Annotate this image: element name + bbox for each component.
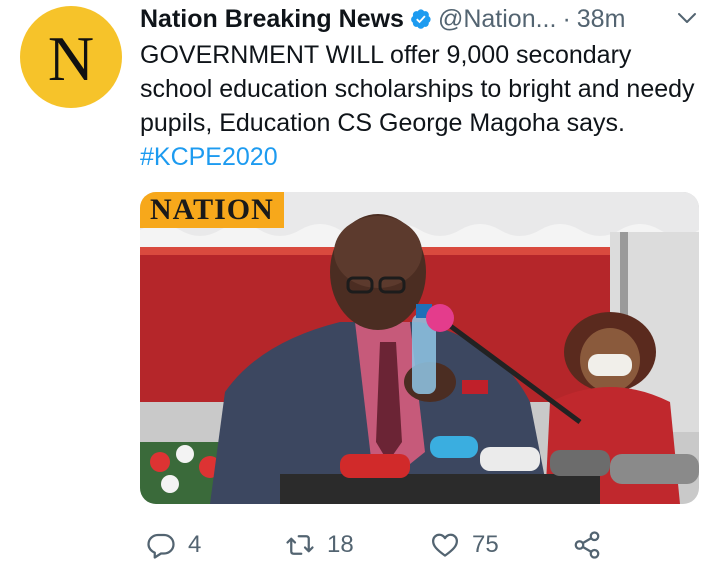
- retweet-button[interactable]: 18: [285, 528, 354, 562]
- speaker-photo: [140, 192, 699, 504]
- author-name[interactable]: Nation Breaking News: [140, 5, 404, 34]
- reply-button[interactable]: 4: [146, 528, 201, 562]
- tweet-body: GOVERNMENT WILL offer 9,000 secondary sc…: [140, 41, 695, 137]
- share-button[interactable]: [572, 528, 602, 562]
- retweet-icon: [286, 535, 314, 555]
- tweet-text: GOVERNMENT WILL offer 9,000 secondary sc…: [140, 38, 700, 174]
- tweet-header: Nation Breaking News @Nation... · 38m: [140, 2, 625, 36]
- hashtag-link[interactable]: #KCPE2020: [140, 143, 278, 171]
- avatar[interactable]: N: [20, 6, 122, 108]
- share-icon: [574, 531, 600, 559]
- like-button[interactable]: 75: [430, 528, 499, 562]
- tweet-media[interactable]: NATION: [140, 192, 699, 504]
- tweet-time[interactable]: 38m: [577, 5, 626, 34]
- verified-badge-icon: [411, 9, 431, 29]
- nation-logo: NATION: [140, 192, 284, 228]
- tweet-actions: 4 18 75: [140, 528, 700, 562]
- heart-icon: [432, 533, 458, 557]
- author-handle[interactable]: @Nation...: [438, 5, 556, 34]
- chevron-down-icon[interactable]: [675, 6, 699, 30]
- like-count: 75: [472, 531, 499, 558]
- reply-icon: [147, 533, 175, 559]
- separator-dot: ·: [562, 4, 571, 33]
- tweet[interactable]: N Nation Breaking News @Nation... · 38m …: [0, 0, 720, 570]
- retweet-count: 18: [327, 531, 354, 558]
- avatar-letter: N: [47, 23, 95, 94]
- reply-count: 4: [188, 531, 202, 558]
